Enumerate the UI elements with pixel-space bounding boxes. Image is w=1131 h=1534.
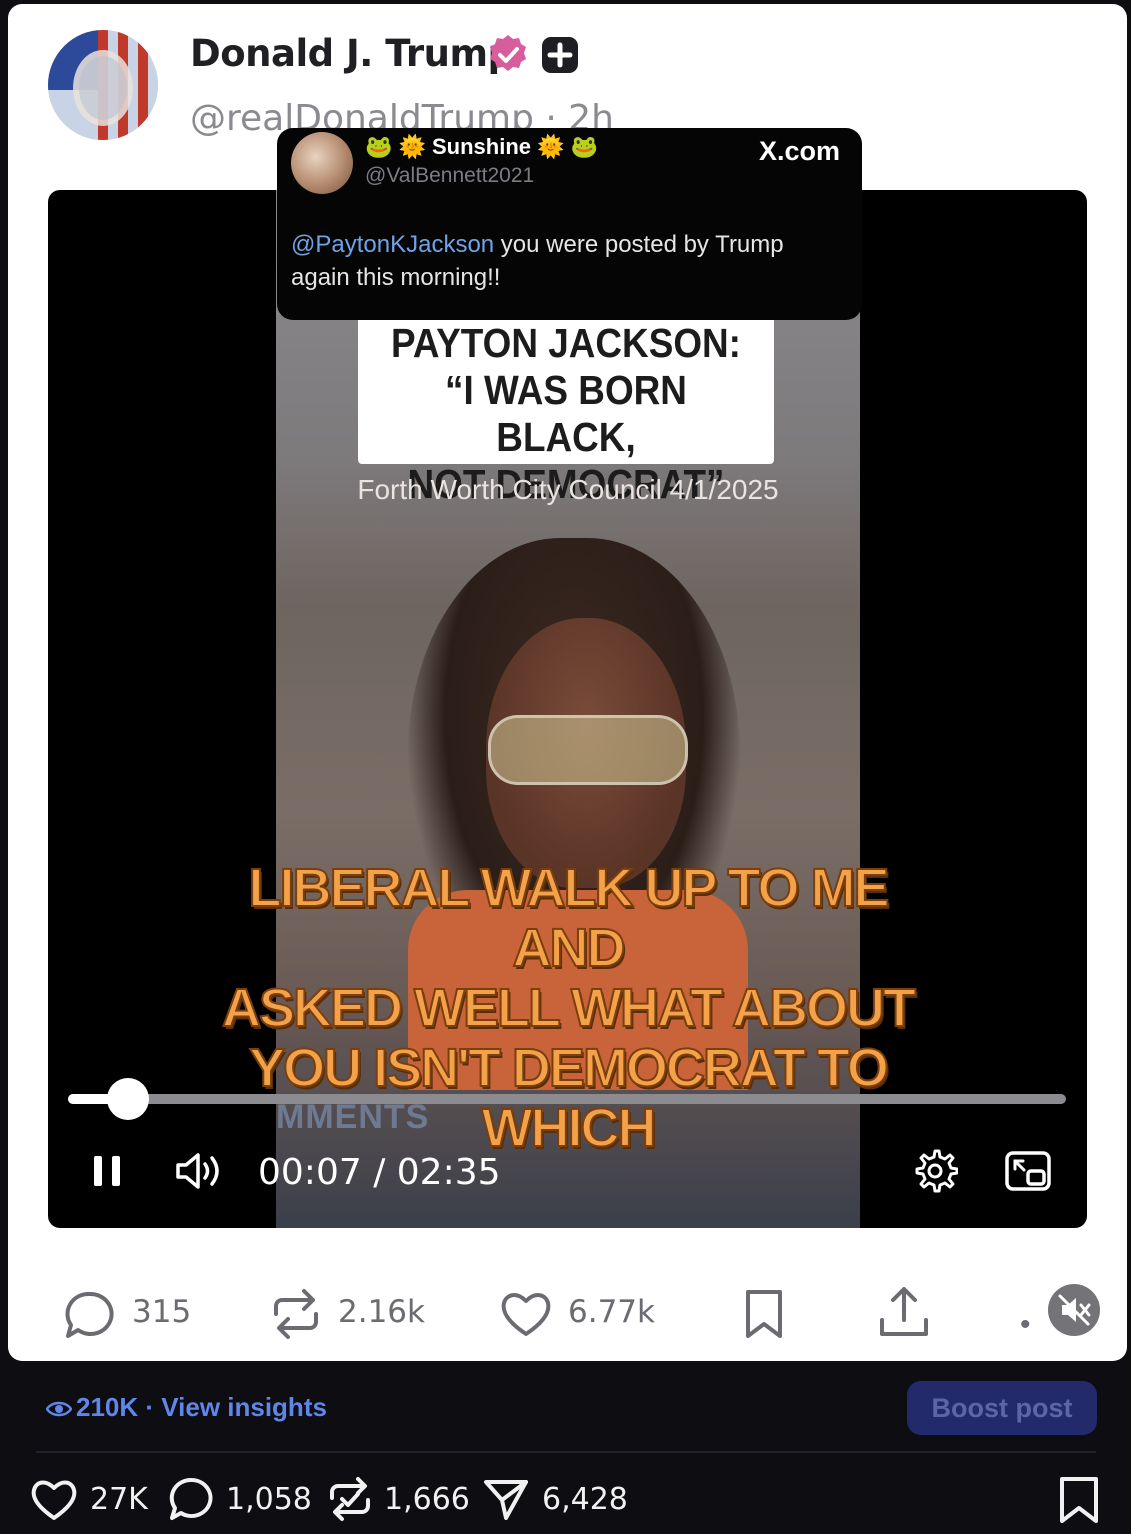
repost-icon[interactable] [268,1286,324,1342]
plus-badge-icon [542,37,578,73]
mute-button[interactable] [1048,1284,1100,1336]
quoted-tweet-source: X.com [758,136,840,166]
video-title-card: PAYTON JACKSON: “I WAS BORN BLACK, NOT D… [358,308,774,507]
overlay-caption-line: ASKED WELL WHAT ABOUT [221,977,917,1039]
verified-badge-icon [490,35,526,71]
video-scrubber-handle[interactable] [106,1078,149,1120]
more-options-button[interactable]: • [1020,1308,1031,1342]
muted-speaker-icon [1058,1294,1091,1326]
reply-icon[interactable] [62,1288,118,1344]
heart-icon[interactable] [30,1476,78,1522]
shares-count: 6,428 [542,1482,628,1517]
volume-icon[interactable] [174,1150,224,1192]
view-insights-link[interactable]: 210K · View insights [46,1392,327,1423]
quoted-tweet-card[interactable]: 🐸 🌞 Sunshine 🌞 🐸 @ValBennett2021 X.com @… [277,128,862,320]
reply-count: 315 [132,1294,192,1330]
settings-gear-icon[interactable] [912,1148,958,1194]
divider [36,1451,1096,1453]
video-player[interactable]: PAYTON JACKSON: “I WAS BORN BLACK, NOT D… [48,190,1087,1228]
quoted-tweet-avatar[interactable] [291,132,353,194]
video-time-readout: 00:07 / 02:35 [258,1152,501,1193]
likes-count: 27K [90,1482,148,1517]
bookmark-icon[interactable] [736,1286,792,1342]
video-progress-bar[interactable] [68,1078,1066,1120]
like-count: 6.77k [568,1294,655,1330]
quoted-tweet-mention-link[interactable]: @PaytonKJackson [291,231,494,258]
picture-in-picture-icon[interactable] [1004,1150,1052,1192]
comment-icon[interactable] [168,1476,216,1522]
share-upload-icon[interactable] [876,1284,932,1340]
quoted-tweet-text: @PaytonKJackson you were posted by Trump… [291,228,831,294]
pause-icon[interactable] [92,1154,122,1188]
video-subtitle: Forth Worth City Council 4/1/2025 [357,474,779,505]
repost-count: 2.16k [338,1294,425,1330]
speaker-glasses [488,715,688,785]
quoted-tweet-handle[interactable]: @ValBennett2021 [365,164,534,188]
comments-count: 1,058 [226,1482,312,1517]
eye-icon [46,1401,72,1417]
author-avatar[interactable] [48,30,158,140]
quoted-tweet-author-name[interactable]: 🐸 🌞 Sunshine 🌞 🐸 [365,134,598,160]
boost-post-button[interactable]: Boost post [907,1381,1097,1435]
author-name[interactable]: Donald J. Trump [190,32,514,75]
title-card-line: “I WAS BORN BLACK, [445,367,687,460]
reposts-count: 1,666 [384,1482,470,1517]
save-bookmark-icon[interactable] [1058,1476,1100,1524]
overlay-caption-line: LIBERAL WALK UP TO ME AND [247,857,890,979]
insights-text[interactable]: 210K · View insights [76,1392,327,1422]
overlay-caption-line: YOU ISN'T DEMOCRAT TO [248,1037,890,1099]
title-card-line: PAYTON JACKSON: [391,320,741,366]
like-heart-icon[interactable] [498,1286,554,1342]
send-share-icon[interactable] [482,1476,530,1522]
repost-check-icon[interactable] [326,1476,374,1522]
